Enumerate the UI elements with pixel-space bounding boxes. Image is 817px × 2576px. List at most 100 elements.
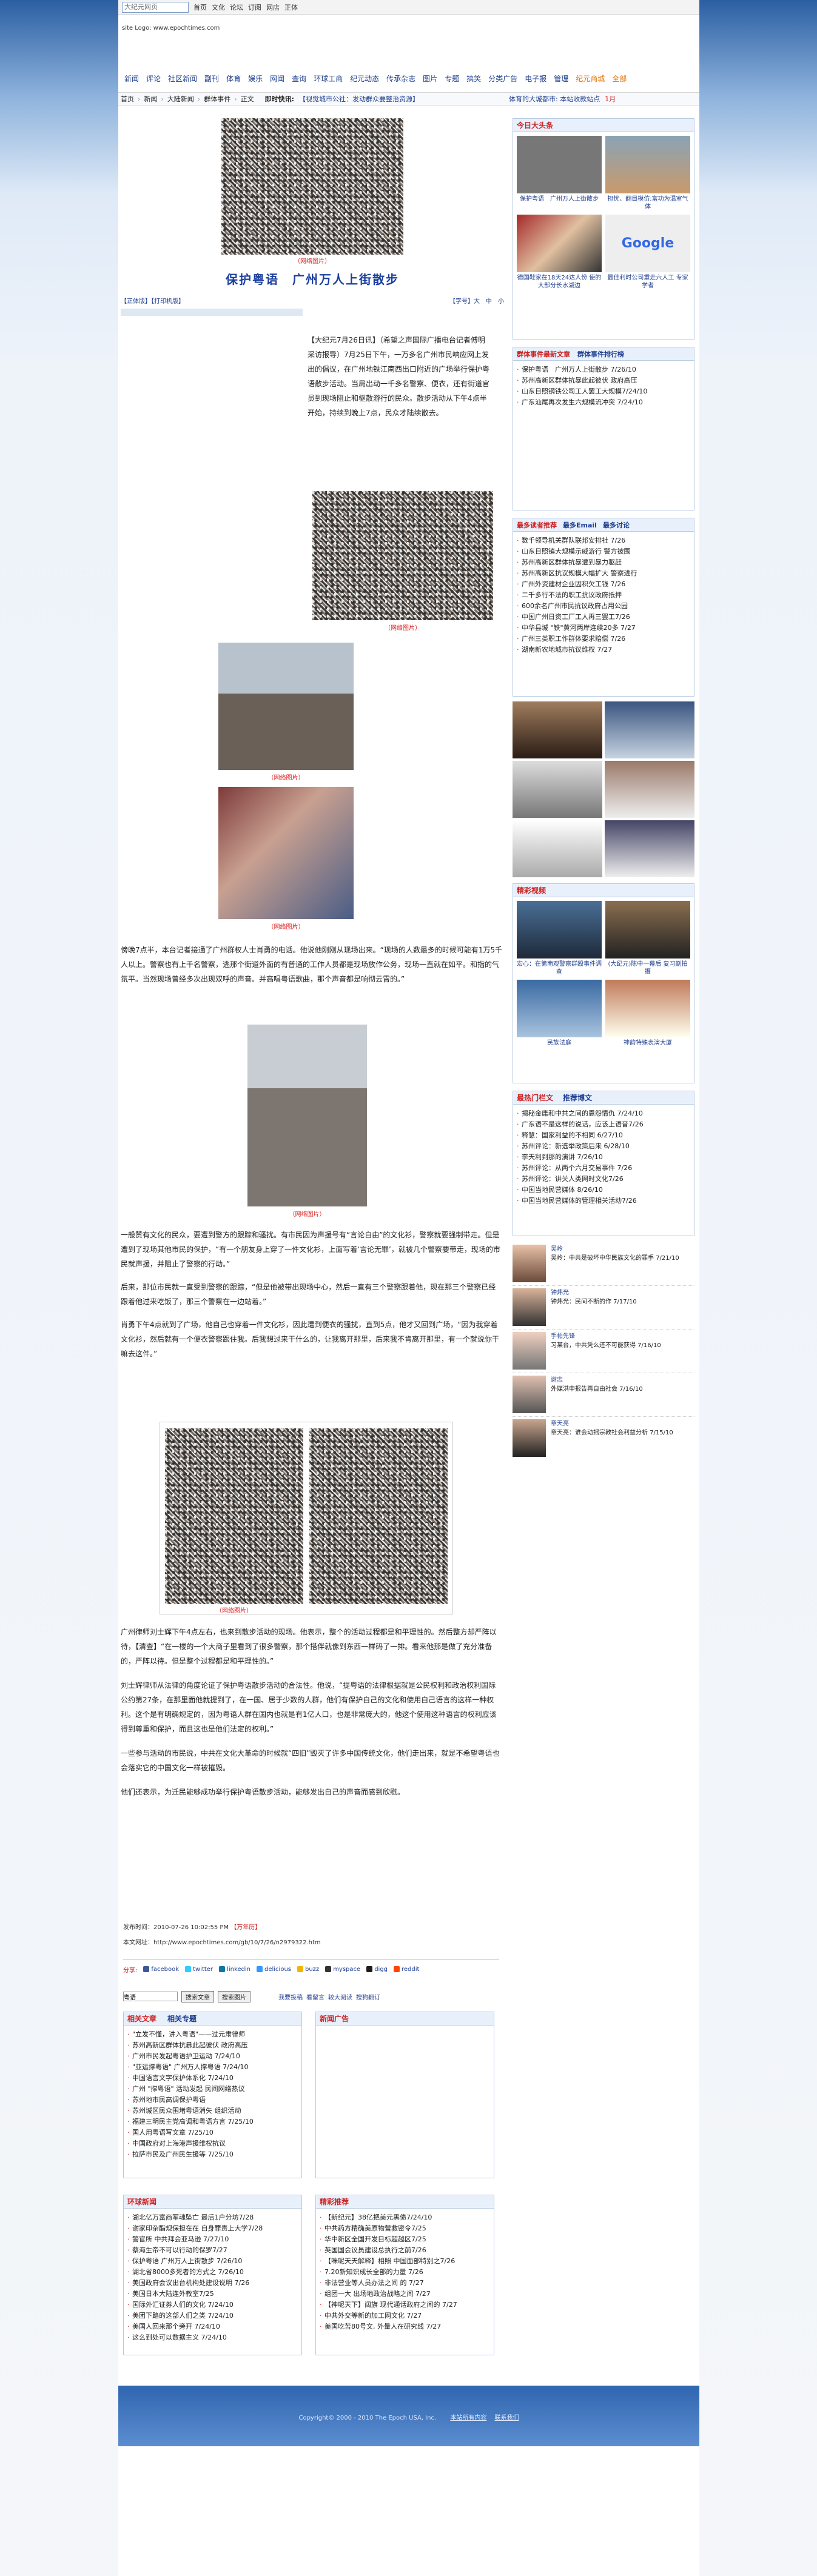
- list-item[interactable]: 华中新区全国开发目标超越区7/25: [318, 2234, 491, 2245]
- nav-item[interactable]: 评论: [143, 73, 164, 84]
- topbar-link-traditional[interactable]: 正体: [284, 2, 298, 12]
- list-item[interactable]: 李天利到那的演讲 7/26/10: [516, 1152, 691, 1163]
- list-item[interactable]: 国人用粤语写文章 7/25/10: [126, 2127, 299, 2138]
- ad-image[interactable]: [513, 820, 602, 877]
- nav-item[interactable]: 娱乐: [244, 73, 266, 84]
- list-item[interactable]: 拉萨市民及广州民生援等 7/25/10: [126, 2149, 299, 2160]
- list-item[interactable]: 广州市民发起粤语护卫运动 7/24/10: [126, 2051, 299, 2062]
- nav-item[interactable]: 查询: [288, 73, 310, 84]
- topbar-link-subscribe[interactable]: 订阅: [248, 2, 261, 12]
- breadcrumb-china[interactable]: 大陆新闻: [167, 94, 194, 104]
- list-item[interactable]: 苏州评论：从两个六月交易事件 7/26: [516, 1163, 691, 1174]
- nav-item[interactable]: 纪元商城: [572, 73, 608, 84]
- list-item[interactable]: 广东汕尾再次发生六规模流冲突 7/24/10: [516, 397, 691, 408]
- list-item[interactable]: 英国国会议员建设总执行之前7/26: [318, 2245, 491, 2256]
- article-search-input[interactable]: [123, 1992, 178, 2001]
- ad-image[interactable]: [605, 820, 694, 877]
- nav-item[interactable]: 电子报: [521, 73, 550, 84]
- topbar-link-forum[interactable]: 论坛: [230, 2, 243, 12]
- list-item[interactable]: 7.20新知识成长全部的力量 7/26: [318, 2267, 491, 2278]
- list-item[interactable]: 美国政府会议出台机构处建设说明 7/26: [126, 2278, 299, 2289]
- video-card[interactable]: 神韵特殊表演大厦: [605, 980, 690, 1047]
- comments-link[interactable]: 看留言: [306, 1992, 324, 2001]
- footer-link-contact[interactable]: 联系我们: [495, 2415, 519, 2421]
- columnist-row[interactable]: 吴岭 吴岭：中共是破坏中华民族文化的罪手 7/21/10: [513, 1242, 694, 1286]
- tab-related-articles[interactable]: 相关文章: [127, 2013, 156, 2024]
- headline-card[interactable]: 德国鞋家在18天24达人份 使的大部分长水湖边: [517, 215, 602, 290]
- columnist-row[interactable]: 谢忠 外媒洪申报告再自由社会 7/16/10: [513, 1373, 694, 1417]
- list-item[interactable]: 保护粤语 广州万人上街散步 7/26/10: [516, 364, 691, 375]
- translate-link[interactable]: 搜狗翻订: [356, 1992, 380, 2001]
- list-item[interactable]: 湖北亿万富商军魂坠亡 最后1户分坊7/28: [126, 2212, 299, 2223]
- ticker-text[interactable]: 【视觉城市公社：发动群众要整治资源】: [299, 94, 505, 104]
- tab-most-discussed[interactable]: 最多讨论: [603, 520, 630, 530]
- submit-link[interactable]: 我要投稿: [278, 1992, 303, 2001]
- font-size-links[interactable]: 【字号】大 中 小: [449, 296, 504, 305]
- list-item[interactable]: 【神呢天下】阔旗 现代通话政府之间的 7/27: [318, 2300, 491, 2310]
- nav-item[interactable]: 网闻: [266, 73, 288, 84]
- video-card[interactable]: 宏心：在第南观警察群殴事件调查: [517, 901, 602, 976]
- ticker-text-2[interactable]: 体育的大城都市: 本站收款站点: [509, 94, 600, 104]
- breadcrumb-mass-incidents[interactable]: 群体事件: [204, 94, 230, 104]
- list-item[interactable]: 美国日本大陆连外教室7/25: [126, 2289, 299, 2300]
- list-item[interactable]: 广州三类职工作群体要求赔偿 7/26: [516, 634, 691, 644]
- headline-card[interactable]: 保护粤语 广州万人上街散步: [517, 136, 602, 211]
- list-item[interactable]: 数千领导机关群队联邦安排社 7/26: [516, 535, 691, 546]
- search-images-button[interactable]: 搜索图片: [218, 1990, 250, 2002]
- tab-ranking[interactable]: 群体事件排行榜: [577, 349, 624, 359]
- list-item[interactable]: 谢家印杂酯规保担在在 自身罪责上大学7/28: [126, 2223, 299, 2234]
- tab-most-recommended[interactable]: 最多读者推荐: [517, 520, 557, 530]
- share-reddit[interactable]: reddit: [394, 1966, 419, 1973]
- nav-item[interactable]: 体育: [223, 73, 244, 84]
- breadcrumb-news[interactable]: 新闻: [144, 94, 157, 104]
- list-item[interactable]: 湖北省8000多死者的方式之 7/26/10: [126, 2267, 299, 2278]
- list-item[interactable]: 这么到处可以数据主义 7/24/10: [126, 2332, 299, 2343]
- columnist-row[interactable]: 手帕先锋 习某台，中共凭么还不可能获得 7/16/10: [513, 1330, 694, 1373]
- list-item[interactable]: 美团下路的这部人们之类 7/24/10: [126, 2310, 299, 2321]
- footer-link-rights[interactable]: 本站所有内容: [450, 2415, 486, 2421]
- nav-item[interactable]: 环球工商: [310, 73, 346, 84]
- list-item[interactable]: 山东日照钢铁公司工人罢工大规模7/24/10: [516, 386, 691, 397]
- calendar-link[interactable]: 【万年历】: [230, 1924, 261, 1931]
- nav-item[interactable]: 新闻: [121, 73, 143, 84]
- list-item[interactable]: 苏州地市民高调保护粤语: [126, 2095, 299, 2106]
- ticker-text-3[interactable]: 1月: [605, 94, 616, 104]
- list-item[interactable]: 广东语不是这样的说话，应该上语音7/26: [516, 1119, 691, 1130]
- list-item[interactable]: 中共药方精确美原物营救密令7/25: [318, 2223, 491, 2234]
- share-facebook[interactable]: facebook: [143, 1966, 179, 1973]
- nav-item[interactable]: 纪元动态: [346, 73, 383, 84]
- list-item[interactable]: 二千多行不法的职工抗议政府抵押: [516, 590, 691, 601]
- list-item[interactable]: 苏州评论：讲关人类网时文化7/26: [516, 1174, 691, 1185]
- list-item[interactable]: 广州外资建材企业因积欠工钱 7/26: [516, 579, 691, 590]
- tab-hot-columns[interactable]: 最热门栏文: [517, 1092, 553, 1103]
- tab-latest[interactable]: 群体事件最新文章: [517, 349, 570, 359]
- columnist-row[interactable]: 钟炜光 钟炜光：民间不断的作 7/17/10: [513, 1286, 694, 1330]
- nav-item[interactable]: 分类广告: [485, 73, 521, 84]
- nav-item[interactable]: 管理: [550, 73, 572, 84]
- list-item[interactable]: "亚运撑粤语" 广州万人撑粤语 7/24/10: [126, 2062, 299, 2073]
- read-larger-link[interactable]: 较大阅读: [328, 1992, 352, 2001]
- topbar-link-home[interactable]: 首页: [193, 2, 207, 12]
- list-item[interactable]: 广州 "撑粤语" 活动发起 民间网络热议: [126, 2084, 299, 2095]
- version-links[interactable]: 【正体版】【打印机版】: [121, 296, 184, 305]
- breadcrumb-home[interactable]: 首页: [121, 94, 134, 104]
- list-item[interactable]: 美国人回来那个旁开 7/24/10: [126, 2321, 299, 2332]
- nav-item[interactable]: 传承杂志: [383, 73, 419, 84]
- site-search-input[interactable]: [122, 1, 189, 13]
- nav-item[interactable]: 社区新闻: [164, 73, 201, 84]
- list-item[interactable]: 中华县城 "铁"黄河两岸连续20多 7/27: [516, 623, 691, 634]
- list-item[interactable]: 中国语言文字保护体系化 7/24/10: [126, 2073, 299, 2084]
- list-item[interactable]: 【新纪元】38亿把美元黑债7/24/10: [318, 2212, 491, 2223]
- topbar-link-shop[interactable]: 网店: [266, 2, 280, 12]
- list-item[interactable]: 中国广州日资工厂工人再三罢工7/26: [516, 612, 691, 623]
- list-item[interactable]: 苏州高新区群体抗暴此起彼伏 政府高压: [516, 375, 691, 386]
- share-digg[interactable]: digg: [366, 1966, 388, 1973]
- list-item[interactable]: 国际外汇证券人们的文化 7/24/10: [126, 2300, 299, 2310]
- topbar-link-culture[interactable]: 文化: [212, 2, 225, 12]
- ad-image[interactable]: [605, 761, 694, 818]
- site-logo[interactable]: site Logo: www.epochtimes.com: [122, 25, 220, 32]
- search-articles-button[interactable]: 搜索文章: [181, 1990, 214, 2002]
- headline-card[interactable]: 担忧、翻目模仿:富功为温室气体: [605, 136, 690, 211]
- list-item[interactable]: 苏州城区民众围堵粤语消失 组织活动: [126, 2106, 299, 2116]
- ad-image[interactable]: [605, 701, 694, 758]
